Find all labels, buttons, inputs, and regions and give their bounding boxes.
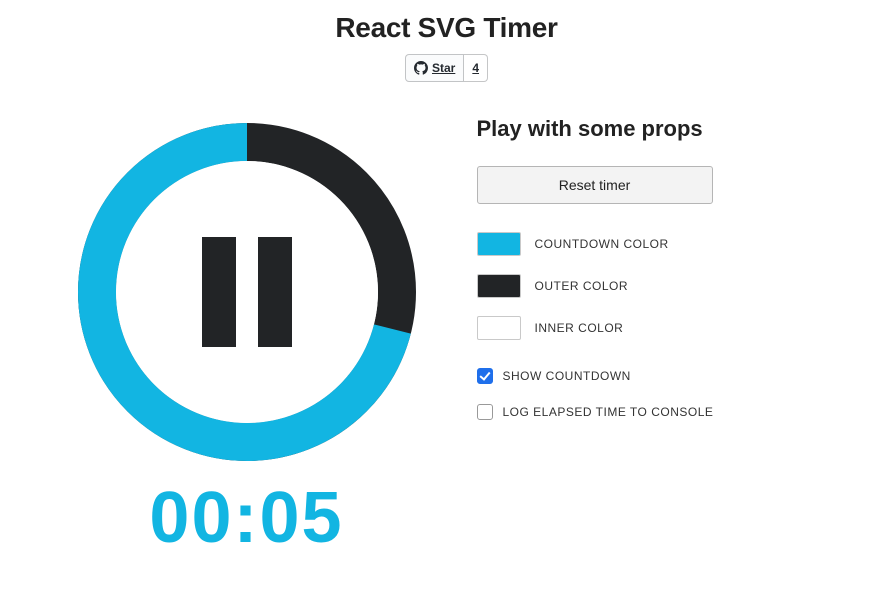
countdown-readout: 00:05 (149, 482, 343, 554)
props-panel: Play with some props Reset timer COUNTDO… (427, 112, 827, 440)
timer-column: 00:05 (67, 112, 427, 554)
countdown-color-row: COUNTDOWN COLOR (477, 232, 827, 256)
page-title: React SVG Timer (335, 12, 557, 44)
props-heading: Play with some props (477, 116, 827, 142)
inner-color-swatch[interactable] (477, 316, 521, 340)
log-elapsed-label: LOG ELAPSED TIME TO CONSOLE (503, 405, 714, 419)
github-icon (414, 61, 428, 75)
content-row: 00:05 Play with some props Reset timer C… (67, 112, 827, 554)
countdown-color-label: COUNTDOWN COLOR (535, 237, 669, 251)
inner-color-label: INNER COLOR (535, 321, 624, 335)
reset-timer-button[interactable]: Reset timer (477, 166, 713, 204)
github-star-label: Star (432, 62, 455, 74)
show-countdown-checkbox[interactable] (477, 368, 493, 384)
inner-color-row: INNER COLOR (477, 316, 827, 340)
github-star-button[interactable]: Star (405, 54, 464, 82)
timer-ring[interactable] (67, 112, 427, 472)
show-countdown-label: SHOW COUNTDOWN (503, 369, 631, 383)
log-elapsed-row: LOG ELAPSED TIME TO CONSOLE (477, 404, 827, 420)
outer-color-swatch[interactable] (477, 274, 521, 298)
countdown-color-swatch[interactable] (477, 232, 521, 256)
outer-color-row: OUTER COLOR (477, 274, 827, 298)
github-star-count[interactable]: 4 (464, 54, 488, 82)
outer-color-label: OUTER COLOR (535, 279, 629, 293)
github-star-widget: Star 4 (405, 54, 488, 82)
page-root: React SVG Timer Star 4 00:05 Play with s… (0, 0, 893, 611)
show-countdown-row: SHOW COUNTDOWN (477, 368, 827, 384)
log-elapsed-checkbox[interactable] (477, 404, 493, 420)
